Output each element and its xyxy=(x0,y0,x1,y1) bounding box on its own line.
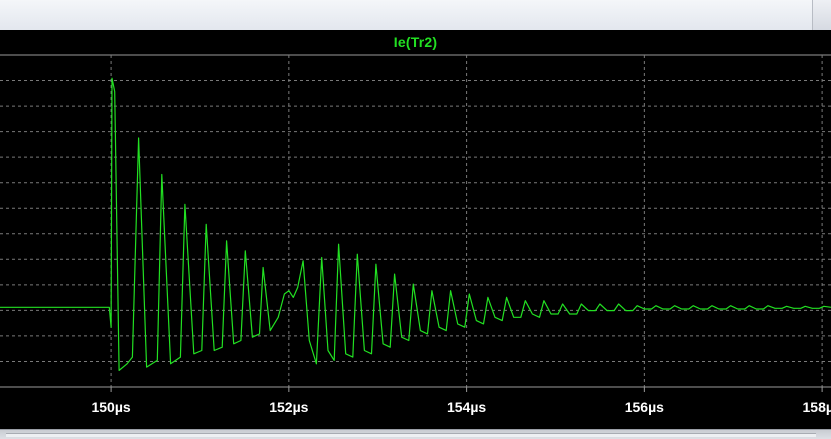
status-bar-groove xyxy=(6,433,816,437)
x-tick-label: 158µs xyxy=(803,399,831,415)
x-tick-label: 156µs xyxy=(625,399,664,415)
x-tick-label: 154µs xyxy=(447,399,486,415)
x-tick-label: 152µs xyxy=(269,399,308,415)
x-tick-label: 150µs xyxy=(91,399,130,415)
window-top-bar xyxy=(0,0,831,30)
window-top-bar-edge xyxy=(812,0,831,30)
trace-title-label[interactable]: Ie(Tr2) xyxy=(0,34,831,50)
waveform-plot[interactable]: 150µs 152µs 154µs 156µs 158µs xyxy=(0,30,831,430)
series-line-0 xyxy=(0,77,831,371)
waveform-plot-pane[interactable]: 150µs 152µs 154µs 156µs 158µs xyxy=(0,30,831,430)
